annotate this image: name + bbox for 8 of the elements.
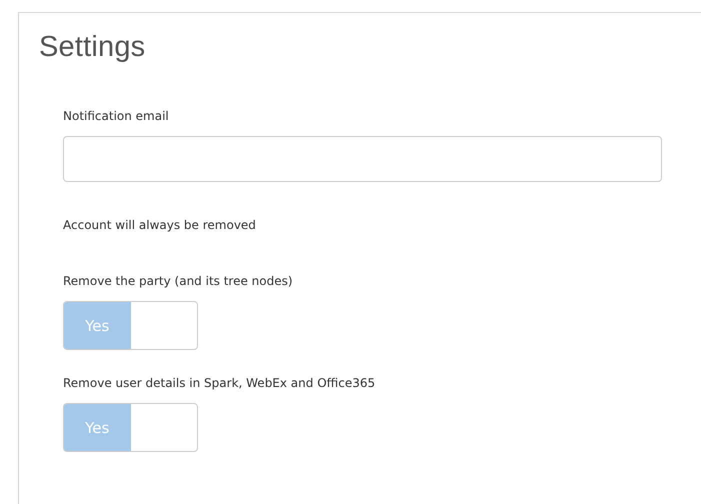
toggle-switch[interactable]: Yes	[63, 403, 198, 452]
field-label: Notification email	[63, 109, 169, 123]
email-field[interactable]	[63, 136, 662, 182]
toggle-label: Remove user details in Spark, WebEx and Office365	[63, 376, 376, 390]
info-text: Account will always be removed	[63, 218, 256, 232]
page-title: Settings	[39, 31, 146, 64]
toggle-label: Remove the party (and its tree nodes)	[63, 274, 293, 288]
toggle-switch[interactable]: Yes	[63, 301, 198, 350]
